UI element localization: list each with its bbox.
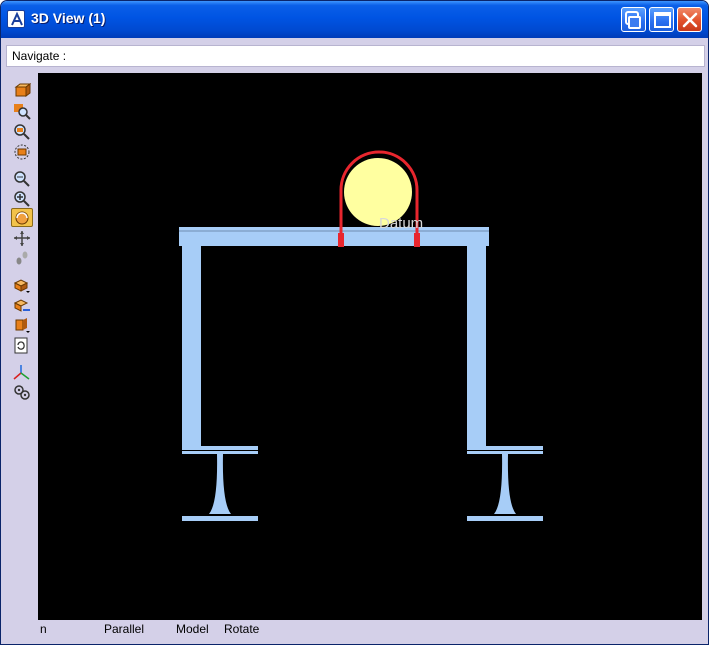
left-i-beam <box>182 451 258 521</box>
datum-label: Datum <box>379 215 423 232</box>
navigate-label: Navigate : <box>12 49 67 63</box>
axes-icon[interactable] <box>11 363 33 382</box>
title-bar[interactable]: 3D View (1) <box>1 1 708 38</box>
u-bolt-right-nut <box>414 233 420 247</box>
cut-section-icon[interactable] <box>11 296 33 315</box>
right-column-plate <box>467 446 543 450</box>
rotate-view-icon[interactable] <box>11 208 33 227</box>
navigate-bar[interactable]: Navigate : <box>6 45 705 67</box>
3d-viewport[interactable]: Datum <box>38 73 702 620</box>
u-bolt-left-nut <box>338 233 344 247</box>
clip-plane-icon[interactable] <box>11 316 33 335</box>
status-mode: n <box>40 622 47 636</box>
left-column-plate <box>182 446 258 450</box>
zoom-search-icon[interactable] <box>11 169 33 188</box>
pan-icon[interactable] <box>11 229 33 248</box>
status-projection[interactable]: Parallel <box>104 622 144 636</box>
left-column <box>182 246 201 446</box>
fit-all-icon[interactable] <box>11 142 33 161</box>
minimize-button[interactable] <box>621 7 646 32</box>
window-title: 3D View (1) <box>31 10 106 26</box>
maximize-button[interactable] <box>649 7 674 32</box>
zoom-area-icon[interactable] <box>11 102 33 121</box>
3d-view-window: 3D View (1) Navigate : Datum n Parallel … <box>0 0 709 645</box>
walk-icon[interactable] <box>11 249 33 268</box>
view-tool-icon[interactable] <box>11 82 33 101</box>
top-beam <box>179 227 489 246</box>
zoom-previous-icon[interactable] <box>11 122 33 141</box>
refresh-icon[interactable] <box>11 336 33 355</box>
right-column <box>467 246 486 446</box>
settings-gear-icon[interactable] <box>11 383 33 402</box>
app-icon <box>7 10 25 28</box>
view-toolbar <box>9 77 35 417</box>
close-button[interactable] <box>677 7 702 32</box>
status-bar: n Parallel Model Rotate <box>1 620 708 644</box>
render-mode-icon[interactable] <box>11 276 33 295</box>
right-i-beam <box>467 451 543 521</box>
status-action[interactable]: Rotate <box>224 622 259 636</box>
zoom-in-icon[interactable] <box>11 189 33 208</box>
status-space[interactable]: Model <box>176 622 209 636</box>
